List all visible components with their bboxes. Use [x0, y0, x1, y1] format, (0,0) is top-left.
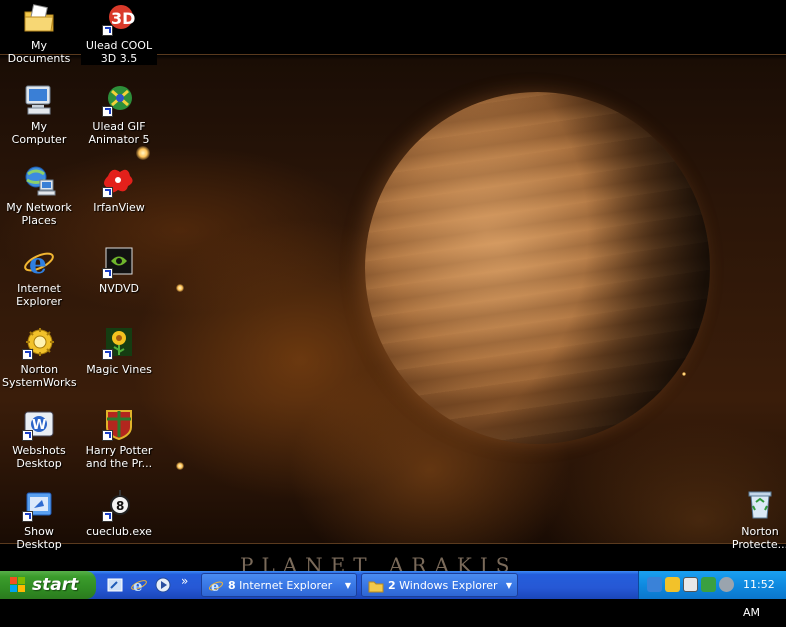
quicklaunch-chevron[interactable]: » [181, 574, 188, 588]
icon-label: My Network Places [6, 201, 72, 227]
display-tray-icon[interactable] [683, 577, 698, 592]
quicklaunch-show-desktop-icon[interactable] [106, 576, 124, 594]
network-tray-icon[interactable] [647, 577, 662, 592]
network-icon [22, 164, 56, 198]
icon-label: Norton Protecte... [731, 525, 786, 551]
taskbar-button-label: Internet Explorer [239, 579, 333, 592]
shortcut-arrow-icon [102, 25, 113, 36]
wallpaper-title: PLANET ARAKIS [240, 555, 518, 571]
taskbar-group-count: 8 [228, 579, 236, 592]
desktop-icon-ulead-cool-3d[interactable]: 3D Ulead COOL 3D 3.5 [81, 2, 157, 65]
svg-text:3D: 3D [111, 9, 135, 28]
ie-icon: e [22, 245, 56, 280]
svg-text:e: e [211, 580, 219, 594]
nvdvd-icon [102, 245, 136, 279]
icon-label: Internet Explorer [16, 282, 62, 308]
planet-shadow [365, 92, 710, 444]
shortcut-arrow-icon [22, 349, 33, 360]
quicklaunch-ie-icon[interactable]: e [130, 576, 148, 595]
quicklaunch-media-player-icon[interactable] [154, 576, 172, 594]
magic-vines-icon [102, 326, 136, 360]
windows-flag-icon [10, 577, 26, 593]
taskbar-button-label: Windows Explorer [399, 579, 498, 592]
ie-icon: e [208, 578, 224, 595]
icon-label: Webshots Desktop [12, 444, 66, 470]
desktop-icon-my-network-places[interactable]: My Network Places [1, 164, 77, 227]
volume-tray-icon[interactable] [719, 577, 734, 592]
recycle-bin-icon [743, 488, 777, 522]
group-dropdown-icon: ▼ [344, 581, 351, 590]
star [682, 372, 686, 376]
cueclub-icon: 8 [102, 488, 136, 522]
taskbar: start e » e 8 Internet Explorer ▼ 2 Wind… [0, 571, 786, 619]
icon-label: NVDVD [98, 282, 140, 295]
desktop-icon-webshots-desktop[interactable]: W Webshots Desktop [1, 407, 77, 470]
irfanview-icon [102, 164, 136, 198]
desktop-icon-my-documents[interactable]: My Documents [1, 2, 77, 65]
folder-documents-icon [22, 2, 56, 36]
desktop-icon-cueclub[interactable]: 8 cueclub.exe [81, 488, 157, 538]
icon-label: Magic Vines [86, 363, 152, 376]
taskbar-group-count: 2 [388, 579, 396, 592]
icon-label: My Documents [7, 39, 71, 65]
desktop-icon-nvdvd[interactable]: NVDVD [81, 245, 157, 295]
icon-label: Show Desktop [16, 525, 62, 551]
star [176, 462, 184, 470]
desktop-icon-magic-vines[interactable]: Magic Vines [81, 326, 157, 376]
icon-label: Ulead GIF Animator 5 [88, 120, 150, 146]
shortcut-arrow-icon [102, 511, 113, 522]
svg-text:W: W [32, 418, 46, 433]
ulead-gif-animator-icon [102, 83, 136, 117]
webshots-icon: W [22, 407, 56, 441]
star [176, 284, 184, 292]
shortcut-arrow-icon [22, 430, 33, 441]
icon-label: Harry Potter and the Pr... [85, 444, 153, 470]
icon-label: Ulead COOL 3D 3.5 [81, 39, 157, 65]
start-label: start [32, 575, 79, 595]
svg-text:e: e [29, 247, 47, 279]
icon-label: IrfanView [93, 201, 145, 214]
desktop-icon-ulead-gif-animator[interactable]: Ulead GIF Animator 5 [81, 83, 157, 146]
icon-label: cueclub.exe [86, 525, 152, 538]
desktop-icon-irfanview[interactable]: IrfanView [81, 164, 157, 214]
group-dropdown-icon: ▼ [505, 581, 512, 590]
icon-label: My Computer [11, 120, 67, 146]
harry-potter-icon [102, 407, 136, 441]
ulead-cool3d-icon: 3D [102, 2, 136, 36]
shortcut-arrow-icon [102, 106, 113, 117]
antivirus-tray-icon[interactable] [701, 577, 716, 592]
clock[interactable]: 11:52 AM [743, 571, 786, 627]
show-desktop-icon [22, 488, 56, 522]
shortcut-arrow-icon [22, 511, 33, 522]
shortcut-arrow-icon [102, 268, 113, 279]
shortcut-arrow-icon [102, 430, 113, 441]
computer-icon [22, 83, 56, 117]
norton-systemworks-icon [22, 326, 56, 360]
desktop-icon-my-computer[interactable]: My Computer [1, 83, 77, 146]
norton-tray-icon[interactable] [665, 577, 680, 592]
desktop-icon-show-desktop[interactable]: Show Desktop [1, 488, 77, 551]
star [136, 146, 150, 160]
folder-icon [368, 578, 384, 594]
svg-text:8: 8 [116, 499, 124, 513]
desktop-icon-norton-protected-recycle-bin[interactable]: Norton Protecte... [722, 488, 786, 551]
desktop-icon-internet-explorer[interactable]: e Internet Explorer [1, 245, 77, 308]
svg-text:e: e [133, 577, 143, 594]
desktop-icon-norton-systemworks[interactable]: Norton SystemWorks [1, 326, 77, 389]
desktop-icon-harry-potter[interactable]: Harry Potter and the Pr... [81, 407, 157, 470]
start-button[interactable]: start [0, 571, 96, 599]
taskbar-button-windows-explorer[interactable]: 2 Windows Explorer ▼ [361, 573, 518, 597]
shortcut-arrow-icon [102, 187, 113, 198]
shortcut-arrow-icon [102, 349, 113, 360]
taskbar-button-internet-explorer[interactable]: e 8 Internet Explorer ▼ [201, 573, 357, 597]
system-tray: 11:52 AM [638, 571, 786, 619]
icon-label: Norton SystemWorks [2, 363, 77, 389]
